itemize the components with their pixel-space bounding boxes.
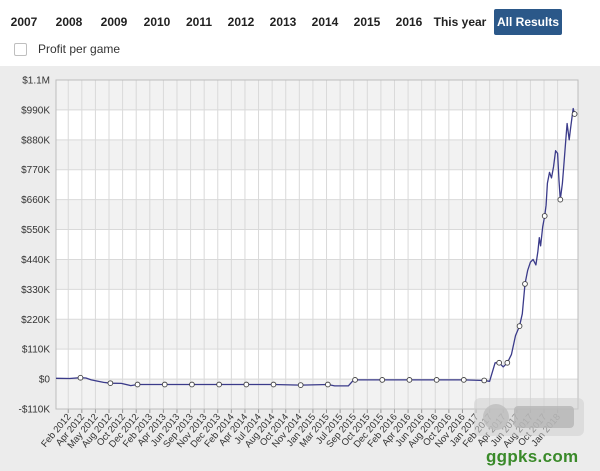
data-point bbox=[557, 196, 564, 203]
data-point bbox=[571, 111, 578, 117]
watermark-logo bbox=[474, 398, 584, 436]
watermark-text: ggpks.com bbox=[486, 447, 579, 466]
year-tabs: 2007 2008 2009 2010 2011 2012 2013 2014 2015 2016… bbox=[0, 9, 600, 35]
data-point bbox=[107, 380, 114, 387]
y-tick-label: $0 bbox=[39, 375, 51, 386]
data-point bbox=[379, 377, 386, 383]
y-tick-label: $1.1M bbox=[22, 76, 50, 87]
profit-per-game-checkbox[interactable] bbox=[14, 43, 27, 56]
data-point bbox=[270, 381, 277, 388]
data-point bbox=[496, 359, 503, 366]
data-point bbox=[297, 382, 304, 388]
data-point bbox=[406, 377, 413, 383]
data-point bbox=[325, 381, 331, 388]
tab-all-results[interactable]: All Results bbox=[494, 9, 562, 35]
data-point bbox=[77, 374, 84, 381]
tab-this-year[interactable]: This year bbox=[432, 9, 488, 35]
profit-per-game-label: Profit per game bbox=[38, 42, 121, 56]
data-point bbox=[541, 213, 548, 219]
data-point bbox=[189, 381, 195, 388]
y-tick-label: $550K bbox=[21, 225, 50, 236]
y-tick-label: $660K bbox=[21, 195, 50, 206]
y-tick-label: $110K bbox=[22, 345, 51, 356]
y-tick-label: -$110K bbox=[18, 405, 50, 416]
plot-band bbox=[56, 139, 578, 170]
plot-band bbox=[56, 199, 578, 230]
y-tick-label: $330K bbox=[21, 285, 50, 296]
tab-2011[interactable]: 2011 bbox=[180, 9, 218, 35]
data-point bbox=[161, 381, 168, 388]
y-tick-label: $770K bbox=[21, 165, 50, 176]
data-point bbox=[481, 377, 488, 384]
data-point bbox=[522, 281, 528, 287]
plot-band bbox=[56, 319, 578, 350]
tab-2015[interactable]: 2015 bbox=[348, 9, 386, 35]
data-point bbox=[134, 381, 141, 388]
data-point bbox=[243, 381, 250, 388]
data-point bbox=[516, 323, 523, 329]
y-tick-label: $990K bbox=[21, 105, 50, 116]
plot-band bbox=[56, 259, 578, 290]
data-point bbox=[216, 381, 222, 388]
tab-2012[interactable]: 2012 bbox=[222, 9, 260, 35]
tab-2007[interactable]: 2007 bbox=[4, 9, 44, 35]
tab-2010[interactable]: 2010 bbox=[138, 9, 176, 35]
y-tick-label: $440K bbox=[21, 255, 50, 266]
data-point bbox=[352, 377, 358, 383]
tab-2008[interactable]: 2008 bbox=[49, 9, 89, 35]
tab-2014[interactable]: 2014 bbox=[306, 9, 344, 35]
tab-2013[interactable]: 2013 bbox=[264, 9, 302, 35]
data-point bbox=[504, 359, 511, 366]
tab-2009[interactable]: 2009 bbox=[94, 9, 134, 35]
y-tick-label: $880K bbox=[21, 135, 50, 146]
data-point bbox=[433, 377, 440, 383]
data-point bbox=[460, 377, 467, 383]
y-tick-label: $220K bbox=[21, 315, 50, 326]
plot-background bbox=[56, 80, 578, 409]
plot-band bbox=[56, 80, 578, 110]
tab-2016[interactable]: 2016 bbox=[390, 9, 428, 35]
